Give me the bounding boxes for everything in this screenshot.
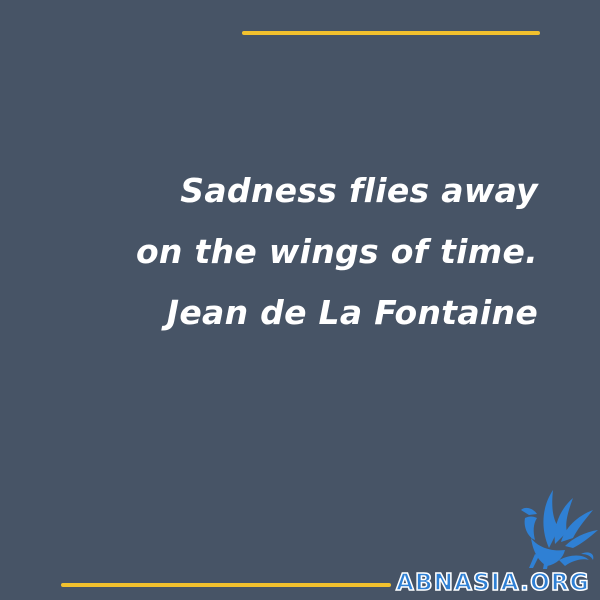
quote-text: Sadness flies away on the wings of time.… (68, 160, 538, 343)
quote-line-2: on the wings of time. (135, 232, 538, 271)
bottom-accent-rule (61, 583, 391, 587)
quote-line-1: Sadness flies away (180, 171, 538, 210)
winged-griffin-icon (519, 488, 599, 570)
quote-author: Jean de La Fontaine (166, 293, 538, 332)
quote-card: Sadness flies away on the wings of time.… (0, 0, 600, 600)
top-accent-rule (242, 31, 540, 35)
site-wordmark: ABNASIA.ORG (395, 569, 590, 597)
